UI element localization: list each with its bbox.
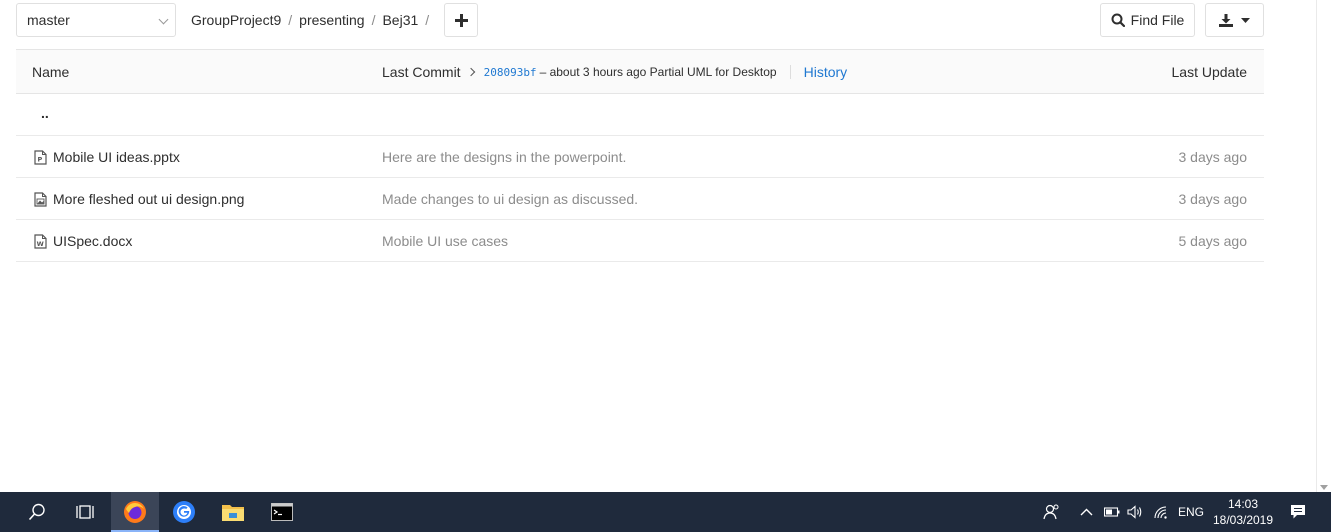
image-file-icon bbox=[34, 191, 47, 207]
branch-name: master bbox=[27, 12, 70, 28]
google-icon bbox=[173, 501, 195, 523]
wifi-icon bbox=[1154, 506, 1167, 519]
word-file-icon: W bbox=[34, 233, 47, 249]
svg-text:W: W bbox=[37, 240, 44, 248]
last-update-date: 3 days ago bbox=[1178, 149, 1248, 165]
divider bbox=[789, 65, 791, 79]
breadcrumb-project[interactable]: GroupProject9 bbox=[191, 12, 281, 28]
table-row[interactable]: W UISpec.docx Mobile UI use cases 5 days… bbox=[16, 220, 1264, 262]
commit-message: – about 3 hours ago Partial UML for Desk… bbox=[539, 65, 777, 79]
last-update-date: 5 days ago bbox=[1178, 233, 1248, 249]
file-explorer-icon bbox=[222, 505, 244, 521]
file-name[interactable]: P Mobile UI ideas.pptx bbox=[34, 149, 180, 165]
windows-taskbar: ENG 14:03 18/03/2019 bbox=[0, 492, 1331, 532]
clock-date: 18/03/2019 bbox=[1212, 513, 1274, 527]
command-prompt-taskbar-button[interactable] bbox=[258, 492, 306, 532]
plus-icon bbox=[454, 13, 468, 27]
chevron-right-icon bbox=[466, 67, 475, 77]
search-button[interactable] bbox=[13, 492, 61, 532]
speaker-icon bbox=[1127, 505, 1142, 519]
file-name-text: Mobile UI ideas.pptx bbox=[53, 149, 180, 165]
breadcrumb-separator: / bbox=[371, 12, 376, 28]
search-icon bbox=[28, 503, 45, 521]
people-icon bbox=[1043, 504, 1059, 520]
input-language-button[interactable]: ENG bbox=[1178, 492, 1204, 532]
branch-select[interactable]: master bbox=[16, 3, 176, 37]
firefox-icon bbox=[124, 501, 146, 523]
battery-icon bbox=[1104, 507, 1120, 517]
scroll-down-arrow-icon[interactable] bbox=[1320, 485, 1328, 490]
search-icon bbox=[1111, 13, 1125, 27]
volume-tray-button[interactable] bbox=[1127, 492, 1143, 532]
action-center-button[interactable] bbox=[1290, 492, 1306, 532]
people-tray-button[interactable] bbox=[1042, 492, 1060, 532]
add-file-button[interactable] bbox=[444, 3, 478, 37]
download-icon bbox=[1219, 13, 1233, 27]
breadcrumb-folder-bej31[interactable]: Bej31 bbox=[382, 12, 418, 28]
breadcrumb-separator: / bbox=[288, 12, 293, 28]
file-name[interactable]: W UISpec.docx bbox=[34, 233, 132, 249]
google-taskbar-button[interactable] bbox=[160, 492, 208, 532]
history-link[interactable]: History bbox=[804, 64, 848, 80]
commit-message-link[interactable]: Made changes to ui design as discussed. bbox=[382, 191, 638, 207]
show-hidden-icons-button[interactable] bbox=[1080, 492, 1093, 532]
svg-text:P: P bbox=[38, 155, 43, 163]
task-view-icon bbox=[76, 505, 94, 519]
commit-message-link[interactable]: Mobile UI use cases bbox=[382, 233, 508, 249]
parent-directory-row[interactable]: .. bbox=[16, 94, 1264, 136]
tree-header: Name Last Commit 208093bf – about 3 hour… bbox=[16, 49, 1264, 94]
last-commit-header: Last Commit 208093bf – about 3 hours ago… bbox=[382, 64, 847, 80]
clock-time: 14:03 bbox=[1227, 497, 1259, 511]
battery-tray-button[interactable] bbox=[1104, 492, 1120, 532]
powerpoint-file-icon: P bbox=[34, 149, 47, 165]
notification-icon bbox=[1291, 505, 1305, 519]
file-name-text: UISpec.docx bbox=[53, 233, 133, 249]
breadcrumb-folder-presenting[interactable]: presenting bbox=[299, 12, 364, 28]
wifi-tray-button[interactable] bbox=[1153, 492, 1169, 532]
find-file-button[interactable]: Find File bbox=[1100, 3, 1195, 37]
commit-message-link[interactable]: Here are the designs in the powerpoint. bbox=[382, 149, 626, 165]
chevron-up-icon bbox=[1080, 508, 1093, 516]
last-update-date: 3 days ago bbox=[1178, 191, 1248, 207]
name-column-header: Name bbox=[32, 64, 70, 80]
last-update-column-header: Last Update bbox=[1171, 64, 1248, 80]
table-row[interactable]: More fleshed out ui design.png Made chan… bbox=[16, 178, 1264, 220]
task-view-button[interactable] bbox=[61, 492, 109, 532]
language-indicator: ENG bbox=[1178, 505, 1205, 519]
table-row[interactable]: P Mobile UI ideas.pptx Here are the desi… bbox=[16, 136, 1264, 178]
last-commit-label: Last Commit bbox=[382, 64, 461, 80]
file-explorer-taskbar-button[interactable] bbox=[209, 492, 257, 532]
firefox-taskbar-button[interactable] bbox=[111, 492, 159, 532]
chevron-down-icon bbox=[158, 14, 169, 25]
repository-page: master GroupProject9 / presenting / Bej3… bbox=[0, 0, 1316, 492]
file-name[interactable]: More fleshed out ui design.png bbox=[34, 191, 244, 207]
commit-sha-link[interactable]: 208093bf bbox=[484, 66, 537, 79]
parent-directory-link[interactable]: .. bbox=[41, 105, 49, 121]
taskbar-clock[interactable]: 14:03 18/03/2019 bbox=[1208, 496, 1278, 528]
caret-down-icon bbox=[1241, 17, 1250, 23]
vertical-scrollbar[interactable] bbox=[1316, 0, 1331, 492]
command-prompt-icon bbox=[271, 503, 293, 521]
file-tree-table: Name Last Commit 208093bf – about 3 hour… bbox=[16, 49, 1264, 262]
find-file-label: Find File bbox=[1130, 12, 1185, 28]
file-name-text: More fleshed out ui design.png bbox=[53, 191, 245, 207]
download-button[interactable] bbox=[1205, 3, 1264, 37]
breadcrumb-separator: / bbox=[425, 12, 430, 28]
breadcrumb: GroupProject9 / presenting / Bej31 / bbox=[191, 12, 436, 28]
